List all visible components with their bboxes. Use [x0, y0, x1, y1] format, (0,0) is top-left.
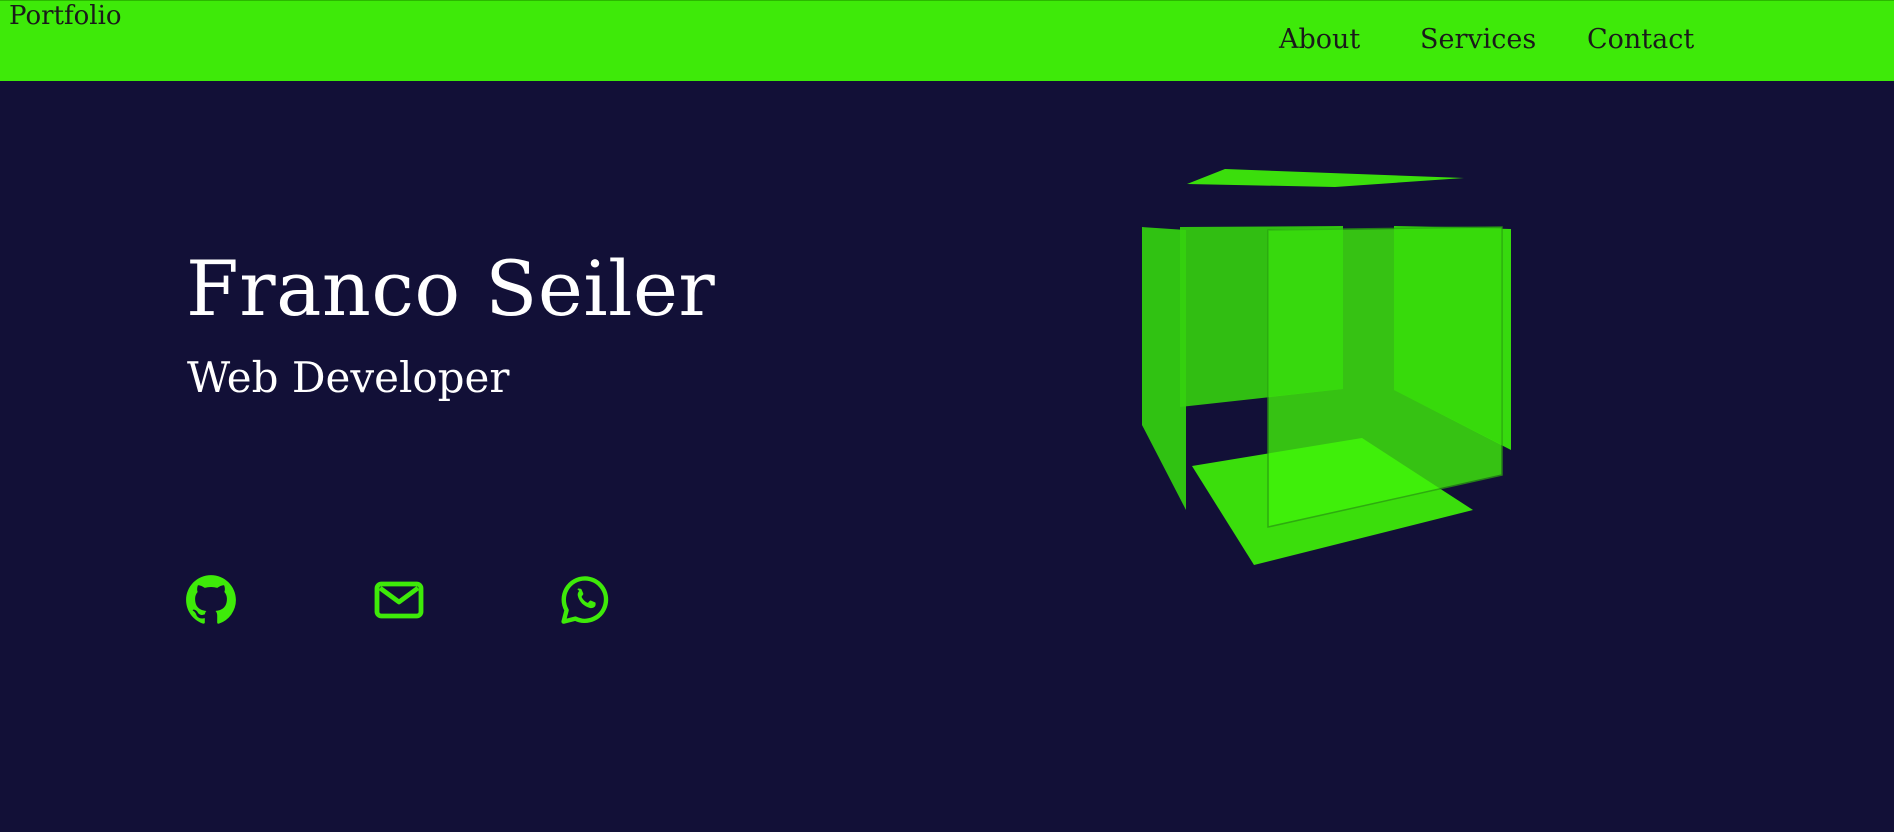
- nav-link-about[interactable]: About: [1279, 23, 1360, 57]
- whatsapp-icon: [561, 576, 609, 624]
- nav-link-contact[interactable]: Contact: [1587, 23, 1694, 57]
- github-link[interactable]: [185, 574, 237, 626]
- nav-link-services[interactable]: Services: [1420, 23, 1536, 57]
- cube-left-wall: [1142, 227, 1186, 510]
- cube-top-face: [1187, 169, 1464, 187]
- email-link[interactable]: [373, 574, 425, 626]
- navbar: Portfolio About Services Contact: [0, 0, 1894, 81]
- github-icon: [186, 575, 236, 624]
- green-cube-illustration: [1142, 169, 1511, 565]
- brand-logo-link[interactable]: Portfolio: [9, 1, 122, 31]
- whatsapp-link[interactable]: [559, 574, 611, 626]
- hero-name: Franco Seiler: [186, 244, 716, 333]
- mail-icon: [374, 581, 424, 619]
- cube-inner-shade: [1268, 226, 1343, 397]
- hero-role: Web Developer: [187, 353, 510, 402]
